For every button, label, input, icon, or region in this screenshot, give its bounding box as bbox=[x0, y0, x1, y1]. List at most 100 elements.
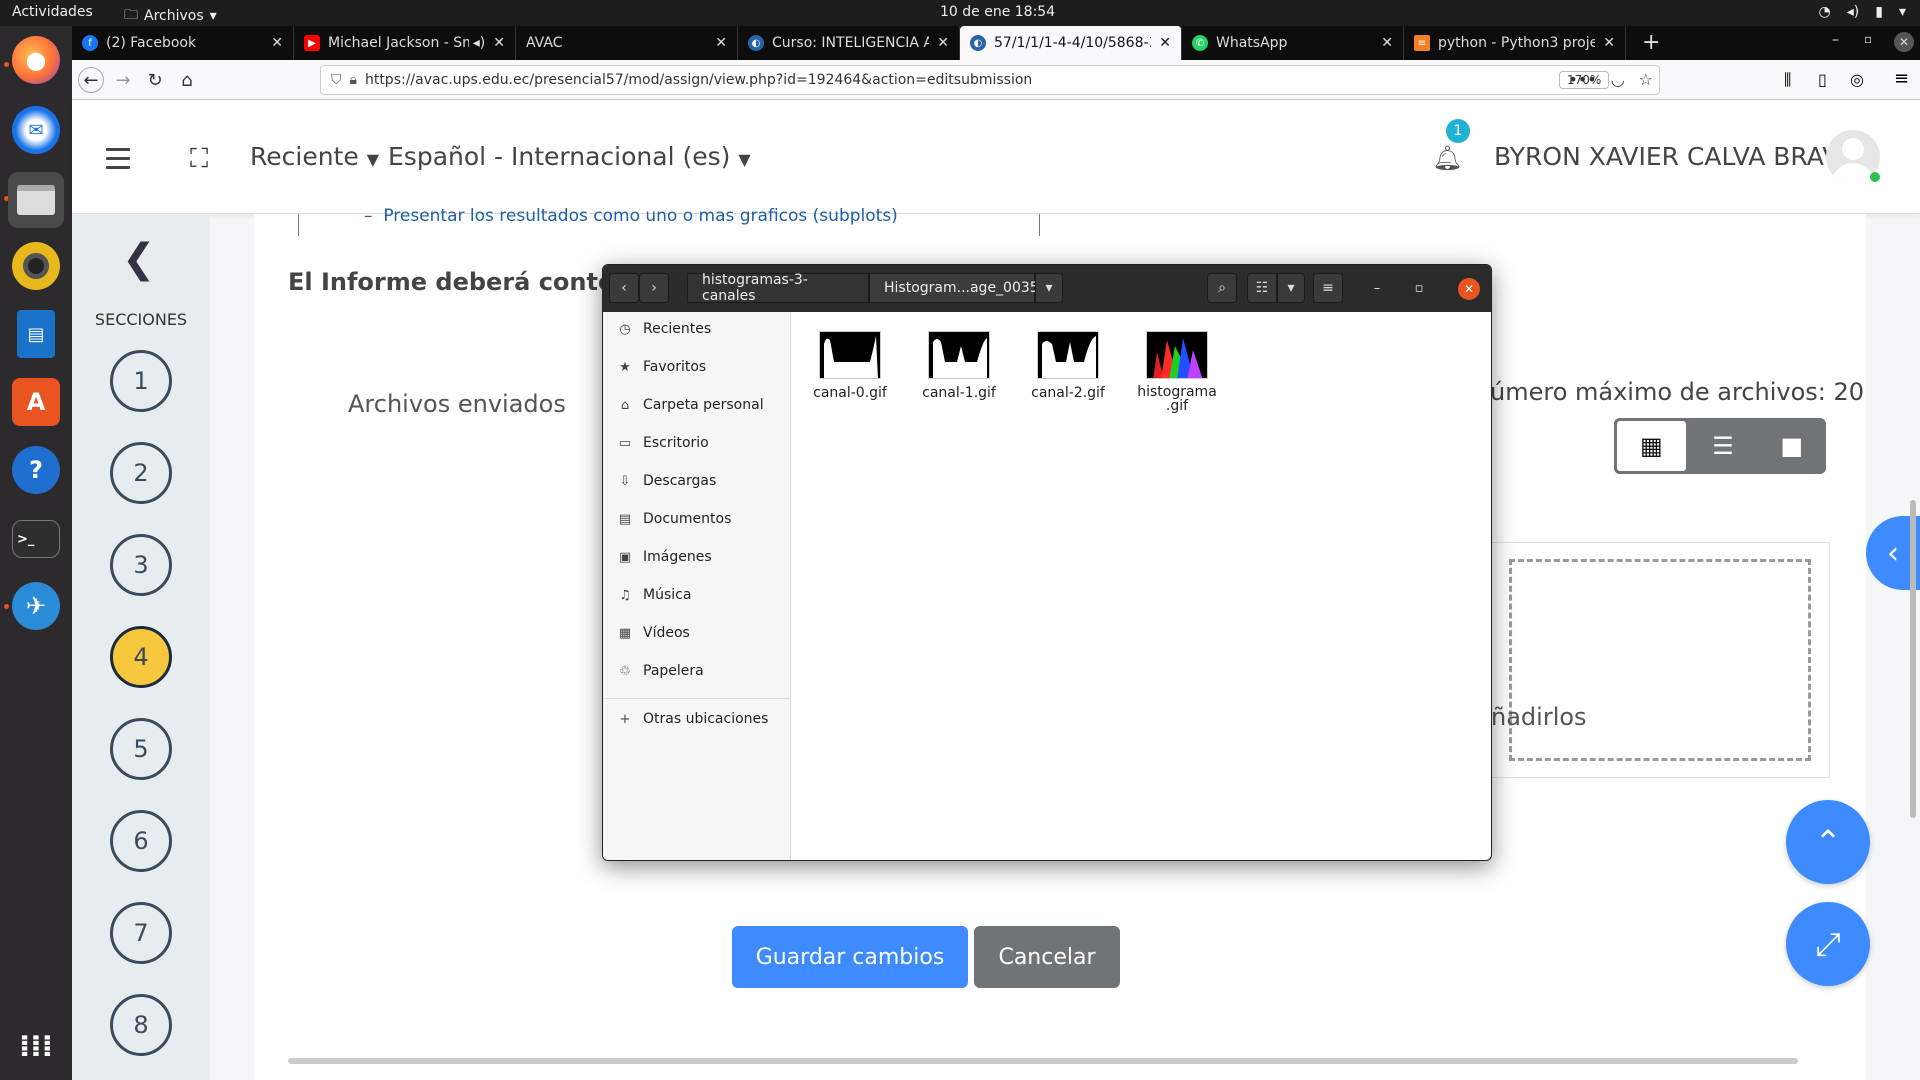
pocket-icon[interactable]: ◡ bbox=[1611, 70, 1625, 89]
menu-icon[interactable]: ≡ bbox=[1894, 68, 1909, 89]
chevron-right-icon[interactable]: › bbox=[639, 273, 669, 303]
terminal-icon[interactable]: >_ bbox=[12, 520, 60, 558]
tab-whatsapp[interactable]: ✆ WhatsApp ✕ bbox=[1182, 26, 1404, 60]
file-item[interactable]: histograma .gif bbox=[1134, 331, 1220, 413]
tab-curso[interactable]: ◐ Curso: INTELIGENCIA AR ✕ bbox=[738, 26, 960, 60]
user-name[interactable]: BYRON XAVIER CALVA BRAVO bbox=[1494, 142, 1859, 171]
software-icon[interactable]: A bbox=[12, 378, 60, 426]
place-papelera[interactable]: ♲ Papelera bbox=[615, 658, 704, 684]
section-3[interactable]: 3 bbox=[110, 534, 172, 596]
reload-button[interactable]: ↻ bbox=[142, 67, 168, 93]
tab-avac[interactable]: AVAC ✕ bbox=[516, 26, 738, 60]
close-icon[interactable]: ✕ bbox=[1603, 35, 1615, 51]
cancel-button[interactable]: Cancelar bbox=[974, 926, 1120, 988]
thunderbird-icon[interactable]: ✉ bbox=[12, 106, 60, 154]
breadcrumb-current[interactable]: Histogram...age_0035 bbox=[869, 273, 1039, 303]
forward-button[interactable]: → bbox=[110, 67, 136, 93]
writer-icon[interactable]: ▤ bbox=[17, 310, 55, 358]
place-escritorio[interactable]: ▭ Escritorio bbox=[615, 430, 709, 456]
histogram-thumbnail bbox=[1037, 331, 1099, 379]
expand-button[interactable]: ⤢ bbox=[1786, 902, 1870, 986]
close-icon[interactable]: ✕ bbox=[271, 35, 283, 51]
firefox-icon[interactable]: ● bbox=[12, 36, 60, 84]
clock[interactable]: 10 de ene 18:54 bbox=[940, 4, 1055, 20]
app-grid-icon[interactable]: ⁞⁞⁞ bbox=[12, 1022, 60, 1070]
chevron-down-icon[interactable]: ▾ bbox=[1277, 273, 1305, 303]
chevron-down-icon[interactable]: ▾ bbox=[1035, 273, 1063, 303]
place-documentos[interactable]: ▤ Documentos bbox=[615, 506, 732, 532]
place-imagenes[interactable]: ▣ Imágenes bbox=[615, 544, 712, 570]
battery-icon: ▮ bbox=[1875, 4, 1883, 20]
file-item[interactable]: canal-1.gif bbox=[916, 331, 1002, 401]
fullscreen-icon[interactable]: ⛶ bbox=[190, 144, 208, 175]
close-icon[interactable]: ✕ bbox=[1159, 35, 1171, 51]
horizontal-scrollbar[interactable] bbox=[288, 1058, 1798, 1064]
folder-view-icon[interactable]: ■ bbox=[1757, 418, 1826, 474]
file-item[interactable]: canal-0.gif bbox=[807, 331, 893, 401]
minimize-icon[interactable]: – bbox=[1832, 32, 1839, 48]
files-icon[interactable] bbox=[8, 172, 64, 228]
place-recientes[interactable]: ◷ Recientes bbox=[615, 316, 711, 342]
hamburger-menu-icon[interactable] bbox=[106, 148, 130, 175]
view-list-icon[interactable]: ☷ bbox=[1247, 273, 1277, 303]
list-view-icon[interactable]: ☰ bbox=[1689, 418, 1758, 474]
library-icon[interactable]: ⫼ bbox=[1784, 70, 1791, 90]
grid-view-icon[interactable]: ▦ bbox=[1614, 418, 1689, 474]
section-2[interactable]: 2 bbox=[110, 442, 172, 504]
tab-youtube[interactable]: ▶ Michael Jackson - Smo ◂) ✕ bbox=[294, 26, 516, 60]
tab-active-submission[interactable]: ◐ 57/1/1/1-4-4/10/5868-1 ✕ bbox=[960, 26, 1182, 60]
section-8[interactable]: 8 bbox=[110, 994, 172, 1056]
close-icon[interactable]: ✕ bbox=[715, 35, 727, 51]
bell-icon[interactable]: 🔔︎ bbox=[1432, 144, 1462, 172]
place-musica[interactable]: ♫ Música bbox=[615, 582, 691, 608]
place-carpeta-personal[interactable]: ⌂ Carpeta personal bbox=[615, 392, 764, 418]
new-tab-button[interactable]: + bbox=[1642, 30, 1660, 55]
speaker-icon[interactable]: ◂) bbox=[473, 35, 486, 51]
sidebar-icon[interactable]: ▯ bbox=[1818, 70, 1827, 89]
section-1[interactable]: 1 bbox=[110, 350, 172, 412]
place-descargas[interactable]: ⇩ Descargas bbox=[615, 468, 717, 494]
breadcrumb-folder[interactable]: histogramas-3-canales bbox=[687, 272, 869, 304]
remote-icon[interactable]: ✈ bbox=[12, 582, 60, 630]
search-icon[interactable]: ⌕ bbox=[1207, 273, 1237, 303]
place-videos[interactable]: ▦ Vídeos bbox=[615, 620, 690, 646]
back-button[interactable]: ← bbox=[78, 67, 104, 93]
app-menu[interactable]: 🗀 Archivos ▾ bbox=[124, 4, 217, 28]
save-button[interactable]: Guardar cambios bbox=[732, 926, 968, 988]
rhythmbox-icon[interactable] bbox=[12, 242, 60, 290]
close-icon[interactable]: ✕ bbox=[493, 35, 505, 51]
tab-stackoverflow[interactable]: ≡ python - Python3 project ✕ bbox=[1404, 26, 1626, 60]
help-icon[interactable]: ? bbox=[12, 446, 60, 494]
section-6[interactable]: 6 bbox=[110, 810, 172, 872]
language-menu[interactable]: Español - Internacional (es) ▼ bbox=[388, 142, 751, 171]
minimize-icon[interactable]: – bbox=[1367, 278, 1387, 298]
close-icon[interactable]: ✕ bbox=[937, 35, 949, 51]
maximize-icon[interactable]: ▫ bbox=[1864, 32, 1872, 46]
page-actions-icon[interactable]: ••• bbox=[1568, 70, 1596, 89]
chevron-left-icon[interactable]: ❮ bbox=[122, 236, 156, 282]
place-favoritos[interactable]: ★ Favoritos bbox=[615, 354, 706, 380]
section-4-current[interactable]: 4 bbox=[110, 626, 172, 688]
scroll-up-button[interactable]: ⌃ bbox=[1786, 800, 1870, 884]
section-7[interactable]: 7 bbox=[110, 902, 172, 964]
chevron-down-icon: ▼ bbox=[738, 150, 751, 169]
account-icon[interactable]: ◎ bbox=[1850, 70, 1864, 89]
bookmark-star-icon[interactable]: ☆ bbox=[1639, 70, 1653, 89]
hamburger-menu-icon[interactable]: ≡ bbox=[1313, 273, 1343, 303]
recent-menu[interactable]: Reciente ▼ bbox=[250, 142, 379, 171]
file-drop-zone[interactable]: ñadirlos bbox=[1490, 542, 1830, 778]
maximize-icon[interactable]: ▫ bbox=[1409, 278, 1429, 298]
activities-button[interactable]: Actividades bbox=[12, 4, 93, 20]
home-button[interactable]: ⌂ bbox=[174, 67, 200, 93]
close-icon[interactable]: ✕ bbox=[1458, 278, 1480, 300]
close-icon[interactable]: ✕ bbox=[1381, 35, 1393, 51]
file-item[interactable]: canal-2.gif bbox=[1025, 331, 1111, 401]
close-window-icon[interactable]: ✕ bbox=[1894, 32, 1914, 52]
url-bar[interactable]: ⛉ 🔒︎ https://avac.ups.edu.ec/presencial5… bbox=[320, 65, 1660, 95]
place-otras-ubicaciones[interactable]: + Otras ubicaciones bbox=[615, 706, 769, 732]
vertical-scrollbar[interactable] bbox=[1910, 500, 1916, 818]
tab-facebook[interactable]: f (2) Facebook ✕ bbox=[72, 26, 294, 60]
section-5[interactable]: 5 bbox=[110, 718, 172, 780]
chevron-left-icon[interactable]: ‹ bbox=[609, 273, 639, 303]
system-menu[interactable]: ◔ ◂) ▮ ▾ bbox=[1819, 4, 1906, 20]
